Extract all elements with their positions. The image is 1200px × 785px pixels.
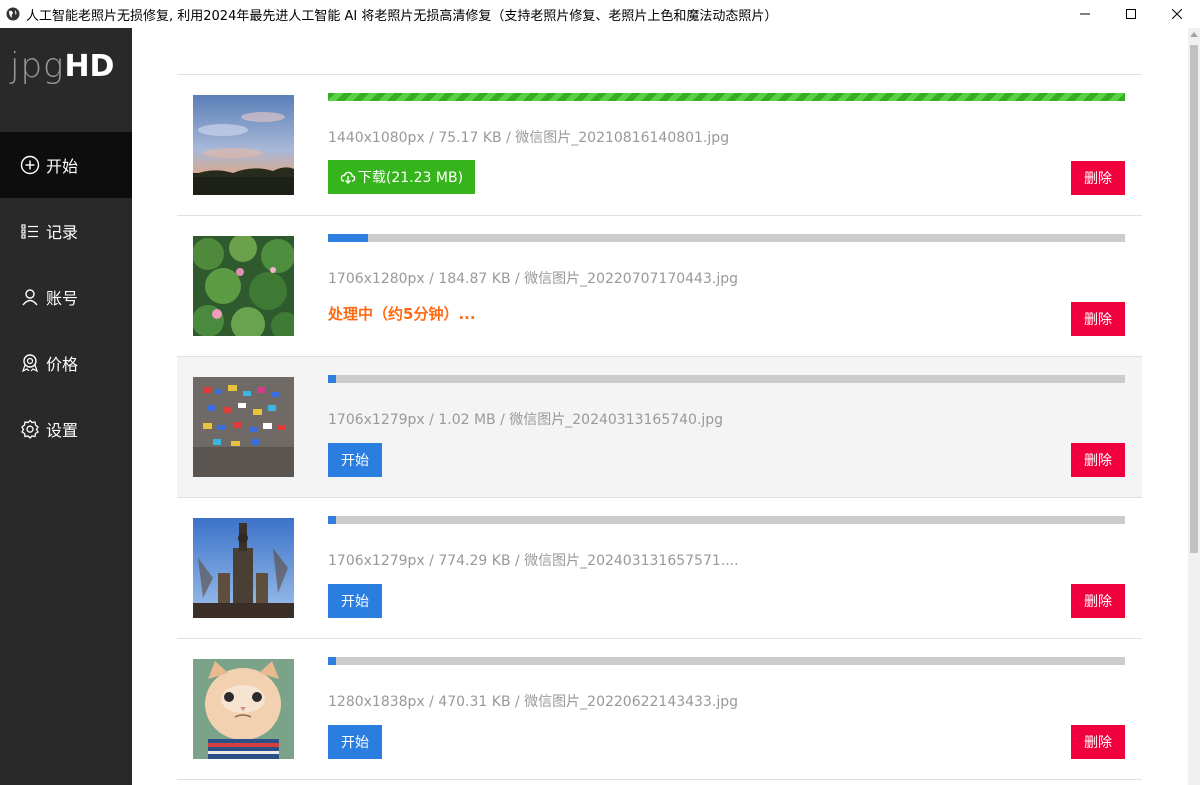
start-button[interactable]: 开始 <box>328 725 382 759</box>
logo-jpg: jpg <box>10 46 65 86</box>
progress-fill <box>328 93 1125 101</box>
progress-bar <box>328 93 1125 101</box>
delete-button[interactable]: 删除 <box>1071 161 1125 195</box>
sidebar-item-label: 设置 <box>46 421 79 440</box>
file-info: 1706x1280px / 184.87 KB / 微信图片_202207071… <box>328 271 738 287</box>
title-bar: 人工智能老照片无损修复, 利用2024年最先进人工智能 AI 将老照片无损高清修… <box>0 0 1200 28</box>
progress-fill <box>328 516 336 524</box>
window-title: 人工智能老照片无损修复, 利用2024年最先进人工智能 AI 将老照片无损高清修… <box>26 8 778 24</box>
sidebar-item-label: 记录 <box>46 223 79 242</box>
app-logo: jpg HD <box>0 28 132 104</box>
sidebar-item-settings[interactable]: 设置 <box>0 396 132 462</box>
progress-fill <box>328 375 336 383</box>
download-button[interactable]: 下载(21.23 MB) <box>328 160 475 194</box>
list-item: 1440x1080px / 75.17 KB / 微信图片_2021081614… <box>177 75 1142 216</box>
scroll-up-arrow-icon[interactable] <box>1190 32 1198 37</box>
photo-thumbnail[interactable] <box>193 236 294 336</box>
scrollbar-thumb[interactable] <box>1190 45 1198 553</box>
start-button[interactable]: 开始 <box>328 443 382 477</box>
list-item: 1280x1838px / 470.31 KB / 微信图片_202206221… <box>177 639 1142 780</box>
minimize-icon <box>1080 13 1090 15</box>
sidebar-item-start[interactable]: 开始 <box>0 132 132 198</box>
logo-hd: HD <box>64 48 115 84</box>
file-info: 1440x1080px / 75.17 KB / 微信图片_2021081614… <box>328 130 730 146</box>
photo-thumbnail[interactable] <box>193 659 294 759</box>
main-content: 1440x1080px / 75.17 KB / 微信图片_2021081614… <box>132 28 1188 785</box>
progress-fill <box>328 657 336 665</box>
list-icon <box>21 224 38 239</box>
close-icon <box>1172 9 1182 19</box>
badge-icon <box>21 354 39 373</box>
progress-bar <box>328 516 1125 524</box>
minimize-button[interactable] <box>1062 0 1108 28</box>
processing-status: 处理中（约5分钟）... <box>328 305 476 323</box>
sidebar-item-account[interactable]: 账号 <box>0 264 132 330</box>
user-icon <box>22 289 38 306</box>
maximize-button[interactable] <box>1108 0 1154 28</box>
close-button[interactable] <box>1154 0 1200 28</box>
file-info: 1706x1279px / 1.02 MB / 微信图片_20240313165… <box>328 412 724 428</box>
progress-bar <box>328 657 1125 665</box>
sidebar-item-pricing[interactable]: 价格 <box>0 330 132 396</box>
sidebar-item-label: 账号 <box>46 289 79 308</box>
file-info: 1280x1838px / 470.31 KB / 微信图片_202206221… <box>328 694 738 710</box>
delete-button[interactable]: 删除 <box>1071 725 1125 759</box>
sidebar-item-label: 价格 <box>46 355 79 374</box>
gear-icon <box>21 419 39 439</box>
maximize-icon <box>1126 9 1136 19</box>
list-item: 1706x1280px / 184.87 KB / 微信图片_202207071… <box>177 216 1142 357</box>
list-item: 1706x1279px / 1.02 MB / 微信图片_20240313165… <box>177 357 1142 498</box>
cloud-download-icon <box>340 171 356 184</box>
delete-button[interactable]: 删除 <box>1071 302 1125 336</box>
list-item: 1706x1279px / 774.29 KB / 微信图片_202403131… <box>177 498 1142 639</box>
photo-thumbnail[interactable] <box>193 518 294 618</box>
progress-fill <box>328 234 368 242</box>
download-label: 下载(21.23 MB) <box>357 170 464 186</box>
vertical-scrollbar[interactable] <box>1188 28 1200 785</box>
delete-button[interactable]: 删除 <box>1071 443 1125 477</box>
file-info: 1706x1279px / 774.29 KB / 微信图片_202403131… <box>328 553 739 569</box>
sidebar-nav: 开始 记录 账号 价格 设置 <box>0 132 132 462</box>
photo-list: 1440x1080px / 75.17 KB / 微信图片_2021081614… <box>177 74 1142 780</box>
progress-bar <box>328 234 1125 242</box>
delete-button[interactable]: 删除 <box>1071 584 1125 618</box>
photo-thumbnail[interactable] <box>193 377 294 477</box>
start-button[interactable]: 开始 <box>328 584 382 618</box>
photo-thumbnail[interactable] <box>193 95 294 195</box>
sidebar-item-label: 开始 <box>46 157 79 176</box>
sidebar-item-records[interactable]: 记录 <box>0 198 132 264</box>
app-globe-icon <box>6 7 20 21</box>
plus-circle-icon <box>20 155 40 175</box>
sidebar: jpg HD 开始 记录 账号 价格 设置 <box>0 28 132 785</box>
progress-bar <box>328 375 1125 383</box>
